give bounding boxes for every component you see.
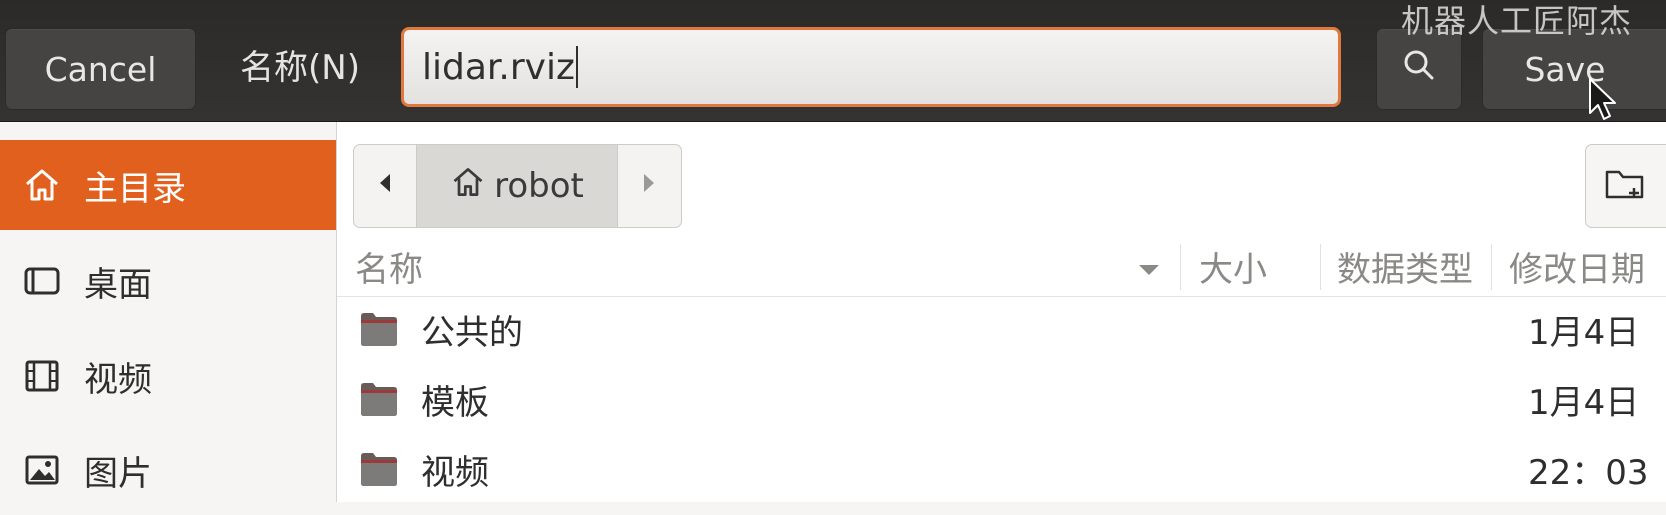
folder-icon [359,380,399,422]
file-modified: 1月4日 [1528,312,1640,353]
column-divider [1491,244,1492,290]
places-sidebar: 主目录 桌面 视频 图片 [0,122,337,502]
folder-icon [359,450,399,492]
column-header-type[interactable]: 数据类型 [1337,236,1473,296]
column-divider [1180,244,1181,290]
column-header-size-label: 大小 [1199,249,1267,290]
desktop-icon [0,261,84,301]
column-headers: 名称 大小 数据类型 修改日期 [337,236,1666,297]
path-crumb-robot[interactable]: robot [416,145,618,227]
column-header-name-label: 名称 [355,249,423,290]
mouse-pointer-icon [1588,77,1618,127]
file-name: 模板 [421,382,489,423]
cancel-button-label: Cancel [44,49,157,89]
watermark-text: 机器人工匠阿杰 [1400,2,1632,40]
filename-value: lidar.rviz [422,46,575,88]
chevron-left-icon [378,173,392,199]
column-header-size[interactable]: 大小 [1199,236,1267,296]
new-folder-icon [1604,164,1648,208]
path-bar: robot [353,144,682,228]
column-header-modified-label: 修改日期 [1509,249,1645,290]
sidebar-item-home[interactable]: 主目录 [0,140,336,230]
file-name: 视频 [421,452,489,493]
filename-label: 名称(N) [240,48,360,88]
cancel-button[interactable]: Cancel [5,28,196,110]
path-crumb-label: robot [494,166,584,206]
file-row[interactable]: 模板 1月4日 [337,364,1666,434]
sort-arrow[interactable] [1138,236,1160,296]
picture-icon [0,450,84,490]
file-browser: robot 名称 大小 数据类型 修改日期 公共的 1月4日 模板 1月4日 视… [337,122,1666,502]
column-header-modified[interactable]: 修改日期 [1509,236,1645,296]
home-icon [450,164,486,209]
chevron-down-icon [1138,246,1160,286]
column-divider [1320,244,1321,290]
file-modified: 1月4日 [1528,382,1640,423]
file-row[interactable]: 公共的 1月4日 [337,294,1666,364]
column-header-type-label: 数据类型 [1337,249,1473,290]
header-bar: Cancel 名称(N) lidar.rviz Save 机器人工匠阿杰 [0,0,1666,122]
folder-icon [359,310,399,352]
file-row[interactable]: 视频 22：03 [337,434,1666,504]
home-icon [0,165,84,205]
path-back-button[interactable] [354,145,416,227]
column-header-name[interactable]: 名称 [355,236,423,296]
sidebar-item-label: 视频 [84,359,152,400]
path-forward-button[interactable] [618,145,680,227]
sidebar-item-label: 主目录 [84,168,186,209]
video-icon [0,356,84,396]
new-folder-button[interactable] [1585,144,1666,228]
sidebar-item-label: 图片 [84,453,152,494]
search-icon [1402,48,1436,90]
sidebar-item-desktop[interactable]: 桌面 [0,236,336,326]
file-name: 公共的 [421,312,523,353]
file-modified: 22：03 [1528,452,1649,493]
filename-input[interactable]: lidar.rviz [401,27,1341,107]
sidebar-item-label: 桌面 [84,264,152,305]
text-caret [575,46,578,88]
sidebar-item-videos[interactable]: 视频 [0,331,336,421]
chevron-right-icon [642,173,656,199]
